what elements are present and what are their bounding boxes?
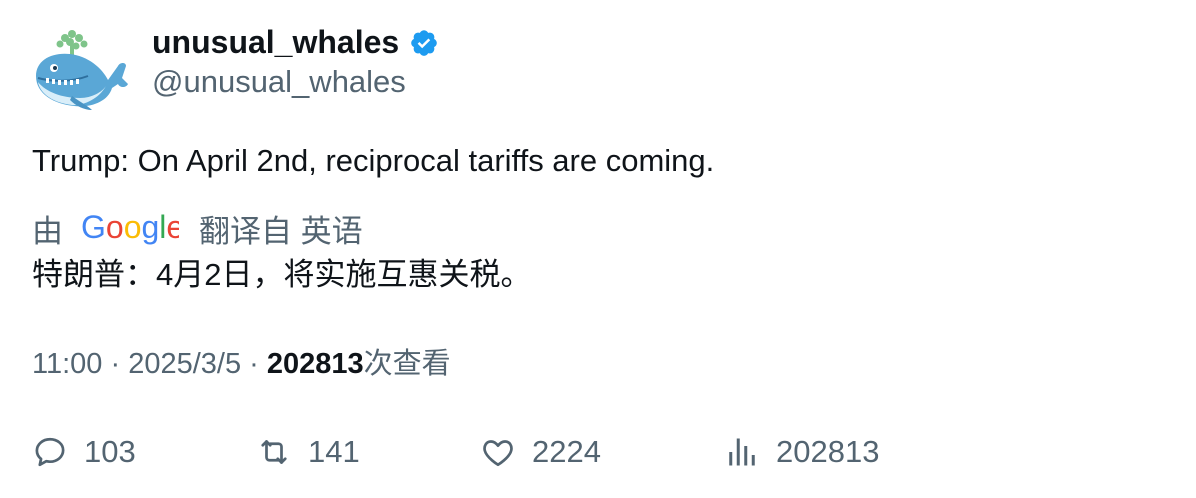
views-suffix: 次查看	[363, 348, 451, 380]
heart-icon	[483, 440, 513, 467]
like-count: 2224	[532, 434, 601, 469]
reply-icon	[35, 437, 65, 467]
avatar[interactable]	[32, 26, 128, 110]
analytics-icon	[729, 438, 755, 466]
retweet-button[interactable]: 141	[256, 428, 360, 476]
retweet-icon	[261, 440, 287, 464]
tweet-meta: 11:00 · 2025/3/5 · 202813次查看	[32, 344, 451, 384]
like-button[interactable]: 2224	[480, 428, 601, 476]
translated-tweet-text: 特朗普：4月2日，将实施互惠关税。	[32, 257, 532, 292]
meta-separator: ·	[102, 348, 129, 380]
views-count: 202813	[266, 348, 364, 380]
display-name-row[interactable]: unusual_whales	[152, 22, 439, 62]
views-action-count: 202813	[776, 434, 880, 469]
tweet-time[interactable]: 11:00	[32, 348, 102, 380]
meta-separator: ·	[241, 348, 267, 380]
translated-from-label: 翻译自 英语	[199, 213, 363, 249]
user-handle[interactable]: @unusual_whales	[152, 62, 406, 102]
reply-button[interactable]: 103	[32, 428, 136, 476]
verified-badge-icon[interactable]	[409, 27, 439, 57]
action-bar: 103 141 2224 202813	[32, 428, 1032, 476]
retweet-count: 141	[308, 434, 360, 469]
tweet-text: Trump: On April 2nd, reciprocal tariffs …	[32, 143, 715, 178]
tweet-date[interactable]: 2025/3/5	[128, 348, 241, 380]
translated-by-label: 由	[32, 213, 63, 249]
svg-text:Google: Google	[81, 210, 179, 245]
translation-attribution[interactable]: 由 Google 翻译自 英语	[32, 206, 363, 250]
reply-count: 103	[84, 434, 136, 469]
views-button[interactable]: 202813	[724, 428, 879, 476]
whale-icon	[36, 30, 128, 110]
display-name[interactable]: unusual_whales	[152, 22, 399, 62]
google-logo-icon: Google	[81, 209, 184, 246]
